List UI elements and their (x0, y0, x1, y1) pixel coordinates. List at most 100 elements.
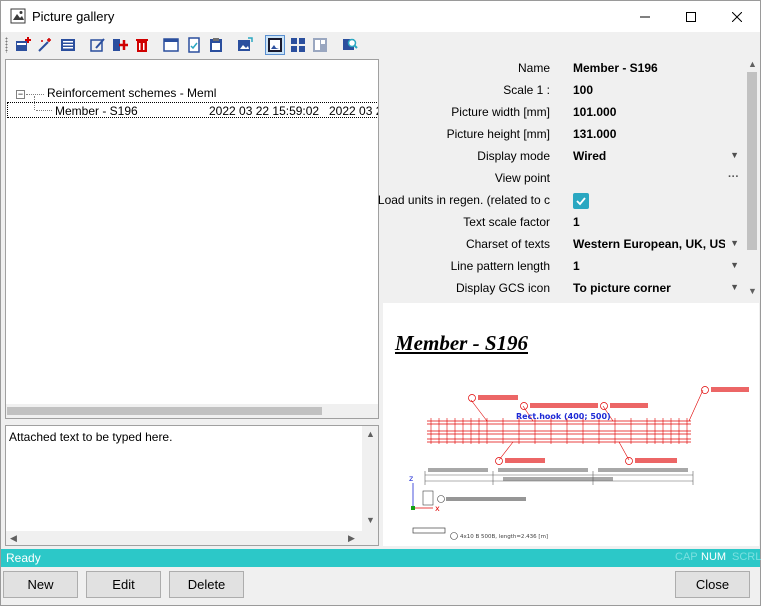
close-button[interactable]: Close (675, 571, 750, 598)
toolbar (1, 32, 760, 58)
tree-horizontal-scrollbar[interactable] (6, 404, 378, 418)
rebar-mark (450, 532, 458, 540)
prop-load-units[interactable]: Load units in regen. (related to c (378, 190, 743, 212)
close-window-button[interactable] (714, 1, 760, 32)
view-grid-tool[interactable] (288, 35, 308, 55)
window-icon (163, 38, 179, 52)
scroll-lock-indicator: SCRL (732, 551, 761, 563)
bar-detail (412, 527, 446, 534)
trash-icon (136, 39, 148, 52)
prop-value[interactable]: To picture corner (573, 281, 739, 295)
close-icon (732, 11, 742, 22)
prop-charset[interactable]: Charset of texts Western European, UK, U… (383, 234, 743, 256)
insert-picture-tool[interactable] (110, 35, 130, 55)
prop-label: View point (494, 171, 550, 185)
prop-value[interactable]: Wired (573, 149, 739, 163)
chevron-down-icon[interactable]: ▼ (730, 282, 739, 292)
prop-label: Name (517, 61, 550, 75)
prop-display-mode[interactable]: Display mode Wired ▼ (383, 146, 743, 168)
chevron-down-icon[interactable]: ▼ (730, 260, 739, 270)
property-scrollbar[interactable]: ▲ ▼ (745, 58, 759, 300)
window-view-tool[interactable] (161, 35, 181, 55)
prop-value[interactable]: 101.000 (573, 105, 739, 119)
ellipsis-icon[interactable]: ··· (728, 171, 739, 183)
prop-text-scale[interactable]: Text scale factor 1 (383, 212, 743, 234)
prop-value[interactable]: 131.000 (573, 127, 739, 141)
scroll-right-icon[interactable]: ▶ (348, 533, 355, 544)
prop-value[interactable]: 1 (573, 259, 739, 273)
load-units-checkbox[interactable] (573, 193, 589, 209)
prop-scale[interactable]: Scale 1 : 100 (383, 80, 743, 102)
tree-item-member-s196[interactable]: Member - S196 2022 03 22 15:59:02 2022 0… (7, 102, 378, 118)
prop-value[interactable]: 1 (573, 215, 739, 229)
prop-picture-width[interactable]: Picture width [mm] 101.000 (383, 102, 743, 124)
prop-line-pattern[interactable]: Line pattern length 1 ▼ (383, 256, 743, 278)
tree-root-node[interactable]: − (16, 86, 25, 102)
clipboard-tool[interactable] (206, 35, 226, 55)
minimize-icon (640, 16, 650, 17)
picture-preview: Member - S196 Rect.hook (400; 500) z x 4… (383, 303, 759, 546)
scroll-left-icon[interactable]: ◀ (10, 533, 17, 544)
new-picture-tool[interactable] (13, 35, 33, 55)
scroll-down-icon[interactable]: ▼ (748, 286, 757, 296)
prop-value[interactable]: Member - S196 (573, 61, 739, 75)
property-scroll-thumb[interactable] (747, 72, 757, 250)
section-label (446, 497, 526, 501)
tree-connector (36, 110, 52, 111)
prop-label: Picture width [mm] (451, 105, 550, 119)
add-picture-icon (16, 37, 31, 51)
gcs-axes-icon (411, 483, 433, 510)
edit-picture-tool[interactable] (88, 35, 108, 55)
tree-scroll-thumb[interactable] (7, 407, 322, 415)
chevron-down-icon[interactable]: ▼ (730, 238, 739, 248)
picture-tree: − Reinforcement schemes - Meml Member - … (5, 59, 379, 419)
prop-gcs-icon[interactable]: Display GCS icon To picture corner ▼ (383, 278, 743, 300)
prop-label: Display mode (477, 149, 550, 163)
maximize-icon (686, 11, 696, 22)
view-split-tool[interactable] (310, 35, 330, 55)
attached-text-area[interactable]: Attached text to be typed here. ▲ ▼ ◀ ▶ (5, 425, 379, 546)
minimize-button[interactable] (622, 1, 668, 32)
prop-name[interactable]: Name Member - S196 (383, 58, 743, 80)
delete-button[interactable]: Delete (169, 571, 244, 598)
scroll-up-icon[interactable]: ▲ (748, 59, 757, 69)
picture-refresh-icon (238, 37, 253, 51)
check-document-tool[interactable] (184, 35, 204, 55)
picture-list-tool[interactable] (58, 35, 78, 55)
regenerate-picture-tool[interactable] (235, 35, 255, 55)
checkmark-icon (576, 197, 586, 206)
tree-item-modified: 2022 03 22 (329, 104, 378, 118)
insert-icon (113, 39, 128, 51)
new-button[interactable]: New (3, 571, 78, 598)
zoom-picture-tool[interactable] (340, 35, 360, 55)
prop-value[interactable]: Western European, UK, US (573, 237, 725, 251)
toolbar-grip[interactable] (5, 37, 8, 53)
note-horizontal-scrollbar[interactable]: ◀ ▶ (6, 531, 362, 545)
prop-label: Text scale factor (463, 215, 550, 229)
prop-label: Line pattern length (450, 259, 550, 273)
chevron-down-icon[interactable]: ▼ (730, 150, 739, 160)
prop-value[interactable]: 100 (573, 83, 739, 97)
bar-detail-label: 4x10 B 500B, length=2.436 [m] (460, 534, 548, 540)
reinforcement-drawing: Rect.hook (400; 500) z x 4x10 B 500B, le… (409, 386, 749, 540)
tree-item-created: 2022 03 22 15:59:02 (209, 104, 320, 118)
grid-view-icon (291, 38, 305, 52)
split-view-icon (313, 38, 327, 52)
attached-text[interactable]: Attached text to be typed here. (9, 430, 172, 444)
delete-picture-tool[interactable] (132, 35, 152, 55)
prop-view-point[interactable]: View point ··· (383, 168, 743, 190)
note-vertical-scrollbar[interactable]: ▲ ▼ (362, 426, 378, 531)
scroll-up-icon[interactable]: ▲ (366, 429, 375, 439)
tree-root-label[interactable]: Reinforcement schemes - Meml (47, 86, 216, 100)
wizard-tool[interactable] (35, 35, 55, 55)
tree-item-name: Member - S196 (55, 104, 138, 118)
view-single-tool[interactable] (265, 35, 285, 55)
num-indicator: NUM (701, 551, 727, 563)
edit-button[interactable]: Edit (86, 571, 161, 598)
collapse-icon[interactable]: − (16, 89, 25, 99)
single-view-icon (268, 38, 282, 52)
magic-wand-icon (38, 38, 51, 52)
maximize-button[interactable] (668, 1, 714, 32)
scroll-down-icon[interactable]: ▼ (366, 515, 375, 525)
prop-picture-height[interactable]: Picture height [mm] 131.000 (383, 124, 743, 146)
